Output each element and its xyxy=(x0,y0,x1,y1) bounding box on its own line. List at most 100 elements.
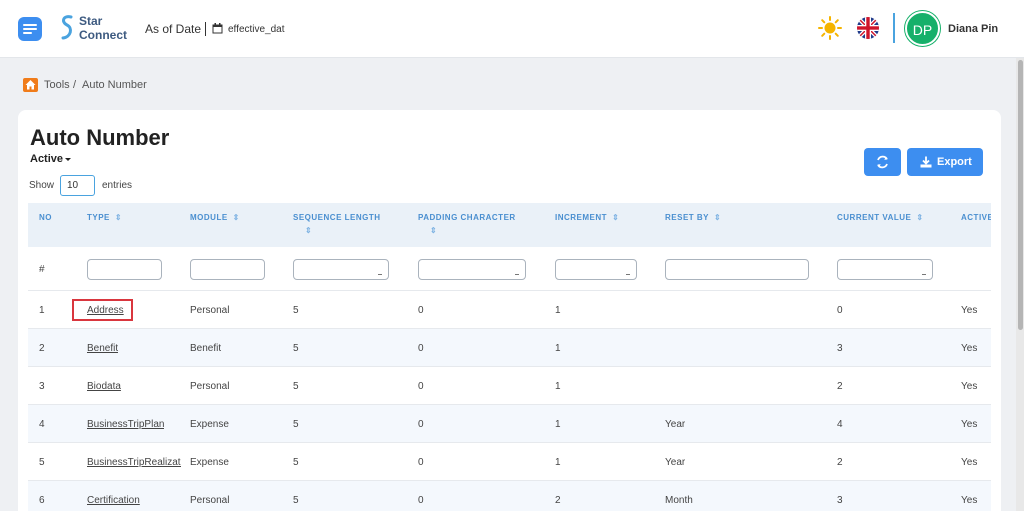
table-row: 4 BusinessTripPlan Expense 5 0 1 Year 4 … xyxy=(28,405,991,443)
cell-type-link[interactable]: BusinessTripRealizati xyxy=(87,457,181,468)
cell-padding-character: 0 xyxy=(418,305,424,316)
sort-icon: ⇕ xyxy=(916,213,924,222)
filter-module-input[interactable] xyxy=(190,259,265,280)
table-row: 1 Address Personal 5 0 1 0 Yes xyxy=(28,291,991,329)
cell-padding-character: 0 xyxy=(418,419,424,430)
entries-label: entries xyxy=(102,180,133,191)
status-dropdown[interactable]: Active xyxy=(30,153,72,165)
refresh-button[interactable] xyxy=(864,148,901,176)
col-increment[interactable]: INCREMENT ⇕ xyxy=(555,213,619,222)
header-divider xyxy=(893,13,895,43)
avatar[interactable]: DP xyxy=(905,11,940,46)
effective-date-field[interactable]: effective_dat xyxy=(228,24,285,35)
cell-sequence-length: 5 xyxy=(293,419,299,430)
cell-increment: 1 xyxy=(555,419,561,430)
cell-current-value: 3 xyxy=(837,495,843,506)
export-button[interactable]: Export xyxy=(907,148,983,176)
table-row: 2 Benefit Benefit 5 0 1 3 Yes xyxy=(28,329,991,367)
col-padding-character[interactable]: PADDING CHARACTER ⇕ xyxy=(418,213,516,235)
home-icon[interactable] xyxy=(23,78,38,92)
cell-type-link[interactable]: Address xyxy=(87,305,124,316)
app-logo[interactable]: Star Connect xyxy=(60,13,140,43)
col-sequence-length[interactable]: SEQUENCE LENGTH ⇕ xyxy=(293,213,381,235)
cell-module: Personal xyxy=(190,381,230,392)
col-current-value-label: CURRENT VALUE xyxy=(837,213,912,222)
breadcrumb-tools[interactable]: Tools xyxy=(44,79,70,91)
cell-increment: 1 xyxy=(555,381,561,392)
sort-icon: ⇕ xyxy=(612,213,620,222)
cell-padding-character: 0 xyxy=(418,381,424,392)
cell-current-value: 0 xyxy=(837,305,843,316)
sort-icon: ⇕ xyxy=(232,213,240,222)
table-row: 6 Certification Personal 5 0 2 Month 3 Y… xyxy=(28,481,991,511)
cell-no: 2 xyxy=(39,343,45,354)
filter-reset-by-input[interactable] xyxy=(665,259,809,280)
cell-current-value: 3 xyxy=(837,343,843,354)
logo-icon xyxy=(61,15,73,40)
cell-increment: 1 xyxy=(555,305,561,316)
col-current-value[interactable]: CURRENT VALUE ⇕ xyxy=(837,213,924,222)
filter-padding-character-input[interactable] xyxy=(418,259,526,280)
col-type-label: TYPE xyxy=(87,213,110,222)
table-row: 3 Biodata Personal 5 0 1 2 Yes xyxy=(28,367,991,405)
filter-sequence-length-input[interactable] xyxy=(293,259,389,280)
sort-icon: ⇕ xyxy=(114,213,123,222)
caret-down-icon xyxy=(65,157,72,161)
cell-sequence-length: 5 xyxy=(293,495,299,506)
cell-type-link[interactable]: Benefit xyxy=(87,343,118,354)
col-reset-by[interactable]: RESET BY ⇕ xyxy=(665,213,721,222)
col-module[interactable]: MODULE ⇕ xyxy=(190,213,240,222)
breadcrumb-separator: / xyxy=(73,79,77,91)
sort-icon: ⇕ xyxy=(714,213,722,222)
sort-icon: ⇕ xyxy=(305,226,313,235)
col-sequence-length-label: SEQUENCE LENGTH xyxy=(293,213,381,222)
cell-current-value: 4 xyxy=(837,419,843,430)
col-reset-by-label: RESET BY xyxy=(665,213,710,222)
entries-input[interactable]: 10 xyxy=(60,175,95,196)
cell-module: Expense xyxy=(190,419,229,430)
scrollbar-thumb[interactable] xyxy=(1018,60,1023,330)
col-increment-label: INCREMENT xyxy=(555,213,608,222)
status-dropdown-label: Active xyxy=(30,153,64,165)
menu-icon[interactable] xyxy=(18,17,42,41)
col-active[interactable]: ACTIVE xyxy=(961,213,991,222)
cell-module: Personal xyxy=(190,305,230,316)
cell-type-link[interactable]: BusinessTripPlan xyxy=(87,419,164,430)
col-module-label: MODULE xyxy=(190,213,228,222)
calendar-icon[interactable] xyxy=(212,23,223,34)
filter-type-input[interactable] xyxy=(87,259,162,280)
export-label: Export xyxy=(937,156,972,168)
page-title: Auto Number xyxy=(30,125,170,150)
col-padding-character-label: PADDING CHARACTER xyxy=(418,213,516,222)
cell-no: 4 xyxy=(39,419,45,430)
cell-current-value: 2 xyxy=(837,457,843,468)
cell-increment: 1 xyxy=(555,457,561,468)
col-no[interactable]: NO xyxy=(39,213,52,222)
cell-reset-by: Year xyxy=(665,457,686,468)
col-type[interactable]: TYPE ⇕ xyxy=(87,213,122,222)
sort-icon: ⇕ xyxy=(430,226,438,235)
filter-increment-input[interactable] xyxy=(555,259,637,280)
auto-number-table: NO TYPE ⇕ MODULE ⇕ SEQUENCE LENGTH ⇕ PADDIN… xyxy=(28,203,991,511)
filter-current-value-input[interactable] xyxy=(837,259,933,280)
cell-type-link[interactable]: Biodata xyxy=(87,381,121,392)
sun-icon[interactable] xyxy=(818,16,842,40)
cell-current-value: 2 xyxy=(837,381,843,392)
cell-active: Yes xyxy=(961,381,978,392)
cell-active: Yes xyxy=(961,419,978,430)
cell-module: Benefit xyxy=(190,343,222,354)
cell-sequence-length: 5 xyxy=(293,305,299,316)
cell-reset-by: Year xyxy=(665,419,686,430)
cell-padding-character: 0 xyxy=(418,495,424,506)
top-header: Star Connect As of Date effective_dat DP… xyxy=(0,0,1024,58)
cell-sequence-length: 5 xyxy=(293,343,299,354)
cell-no: 5 xyxy=(39,457,45,468)
cell-no: 6 xyxy=(39,495,45,506)
uk-flag-icon[interactable] xyxy=(857,17,879,39)
main-card: Auto Number Active Show 10 entries Expor… xyxy=(18,110,1001,511)
user-name[interactable]: Diana Pin xyxy=(948,23,998,35)
cell-type-link[interactable]: Certification xyxy=(87,495,140,506)
cell-no: 3 xyxy=(39,381,45,392)
cell-reset-by: Month xyxy=(665,495,693,506)
cell-module: Personal xyxy=(190,495,230,506)
